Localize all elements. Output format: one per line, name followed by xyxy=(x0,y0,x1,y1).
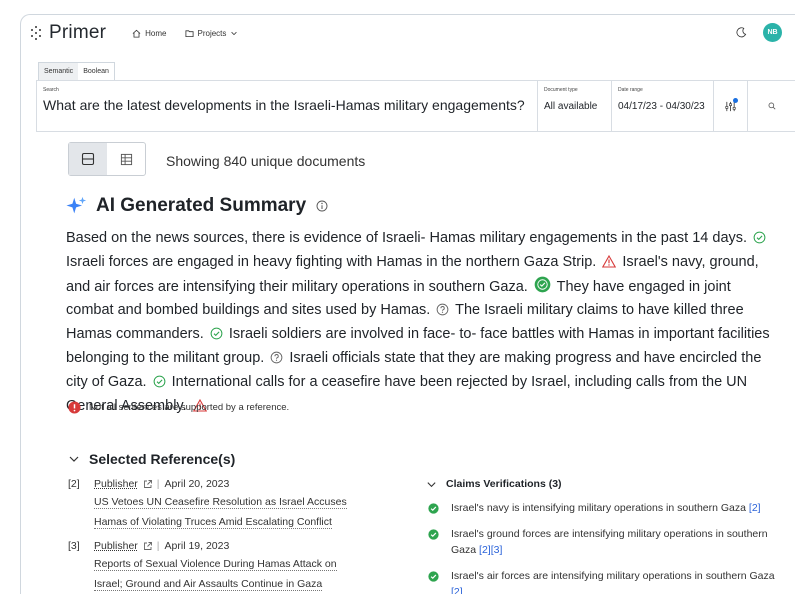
external-link-icon[interactable] xyxy=(143,479,153,489)
table-view-icon xyxy=(120,153,132,165)
claim-item: Israel's air forces are intensifying mil… xyxy=(426,568,776,594)
unverified-icon[interactable] xyxy=(436,302,449,324)
search-button[interactable] xyxy=(747,81,795,131)
search-input[interactable]: Search What are the latest developments … xyxy=(37,81,537,131)
logo-mark-icon xyxy=(31,26,45,40)
filter-button[interactable] xyxy=(713,81,747,131)
warning-icon[interactable] xyxy=(602,254,617,276)
check-circle-icon xyxy=(428,529,439,540)
home-icon xyxy=(132,29,141,38)
reference-title-line: US Vetoes UN Ceasefire Resolution as Isr… xyxy=(94,496,347,509)
app-window: Primer Home Projects NB Semantic Boolean… xyxy=(20,14,795,594)
view-toggle xyxy=(68,142,146,176)
date-range-picker[interactable]: Date range 04/17/23 - 04/30/23 xyxy=(611,81,713,131)
chevron-down-icon xyxy=(231,31,238,36)
claims-panel: Claims Verifications (3) Israel's navy i… xyxy=(426,478,776,594)
document-type-value: All available xyxy=(544,101,598,112)
unverified-icon[interactable] xyxy=(270,350,283,372)
avatar[interactable]: NB xyxy=(763,23,782,42)
reference-list: [2] Publisher | April 20, 2023 US Vetoes… xyxy=(68,478,388,594)
claim-item: Israel's ground forces are intensifying … xyxy=(426,526,776,558)
chevron-down-icon xyxy=(69,456,79,462)
reference-title-line: Hamas of Violating Truces Amid Escalatin… xyxy=(94,516,332,529)
chevron-down-icon xyxy=(427,481,436,487)
list-view-icon xyxy=(81,152,95,166)
claim-reference-link[interactable]: [2] xyxy=(749,502,761,514)
moon-icon[interactable] xyxy=(736,27,747,38)
check-circle-icon xyxy=(428,571,439,582)
table-view-button[interactable] xyxy=(107,143,145,175)
logo[interactable]: Primer xyxy=(31,22,106,44)
nav-projects-label: Projects xyxy=(197,28,227,38)
verified-icon[interactable] xyxy=(753,230,766,252)
top-nav: Primer Home Projects NB xyxy=(21,15,795,51)
tab-boolean[interactable]: Boolean xyxy=(78,63,114,80)
info-icon[interactable] xyxy=(316,200,328,212)
publisher-link[interactable]: Publisher xyxy=(94,540,138,552)
logo-text: Primer xyxy=(49,22,107,43)
separator: | xyxy=(156,540,160,552)
document-type-select[interactable]: Document type All available xyxy=(537,81,611,131)
claims-list: Israel's navy is intensifying military o… xyxy=(426,500,776,594)
summary-sentence: Based on the news sources, there is evid… xyxy=(66,230,748,246)
date-range-label: Date range xyxy=(618,87,643,93)
nav-home[interactable]: Home xyxy=(132,28,167,38)
reference-title-line: Israel; Ground and Air Assaults Continue… xyxy=(94,578,323,591)
tab-semantic[interactable]: Semantic xyxy=(39,63,79,80)
nav-right: NB xyxy=(736,23,782,42)
verified-icon[interactable] xyxy=(210,326,223,348)
folder-icon xyxy=(184,29,194,37)
summary-title: AI Generated Summary xyxy=(96,195,307,216)
search-mode-tabs: Semantic Boolean xyxy=(38,62,115,80)
separator: | xyxy=(156,478,160,490)
claim-text: Israel's air forces are intensifying mil… xyxy=(451,570,775,582)
summary-text: Based on the news sources, there is evid… xyxy=(66,228,776,419)
reference-date: April 20, 2023 xyxy=(164,478,230,490)
check-circle-icon xyxy=(428,503,439,514)
date-range-value: 04/17/23 - 04/30/23 xyxy=(618,101,705,112)
claim-reference-link[interactable]: [2][3] xyxy=(479,544,502,556)
external-link-icon[interactable] xyxy=(143,541,153,551)
filter-active-dot xyxy=(733,98,738,103)
summary-sentence: Israeli forces are engaged in heavy figh… xyxy=(66,253,597,270)
claims-toggle[interactable]: Claims Verifications (3) xyxy=(426,478,776,490)
search-label: Search xyxy=(43,87,59,93)
reference-number: [2] xyxy=(68,478,80,490)
reference-item: [2] Publisher | April 20, 2023 US Vetoes… xyxy=(68,478,388,532)
reference-title-line: Reports of Sexual Violence During Hamas … xyxy=(94,558,337,571)
document-type-label: Document type xyxy=(544,87,578,93)
claims-title: Claims Verifications (3) xyxy=(446,478,562,490)
reference-number: [3] xyxy=(68,540,80,552)
alert-icon xyxy=(68,401,81,414)
unsupported-warning: Not all sentences are supported by a ref… xyxy=(68,401,289,414)
verified-filled-icon[interactable] xyxy=(534,276,551,301)
reference-title-link[interactable]: US Vetoes UN Ceasefire Resolution as Isr… xyxy=(94,492,388,532)
verified-icon[interactable] xyxy=(153,374,166,396)
publisher-link[interactable]: Publisher xyxy=(94,478,138,490)
search-query: What are the latest developments in the … xyxy=(43,97,525,113)
references-toggle[interactable]: Selected Reference(s) xyxy=(68,451,235,467)
search-icon xyxy=(768,102,775,110)
unsupported-warning-text: Not all sentences are supported by a ref… xyxy=(89,402,290,413)
claim-text: Israel's navy is intensifying military o… xyxy=(451,502,746,514)
sparkle-icon xyxy=(66,196,87,214)
reference-item: [3] Publisher | April 19, 2023 Reports o… xyxy=(68,540,388,594)
references-title: Selected Reference(s) xyxy=(89,451,236,467)
claim-reference-link[interactable]: [2] xyxy=(451,586,463,594)
nav-home-label: Home xyxy=(145,28,167,38)
results-count: Showing 840 unique documents xyxy=(166,153,366,169)
summary-header: AI Generated Summary xyxy=(66,195,328,217)
reference-title-link[interactable]: Reports of Sexual Violence During Hamas … xyxy=(94,554,388,594)
claim-item: Israel's navy is intensifying military o… xyxy=(426,500,776,516)
nav-projects[interactable]: Projects xyxy=(184,28,243,38)
search-bar: Search What are the latest developments … xyxy=(36,80,795,132)
list-view-button[interactable] xyxy=(69,143,107,175)
reference-date: April 19, 2023 xyxy=(164,540,230,552)
